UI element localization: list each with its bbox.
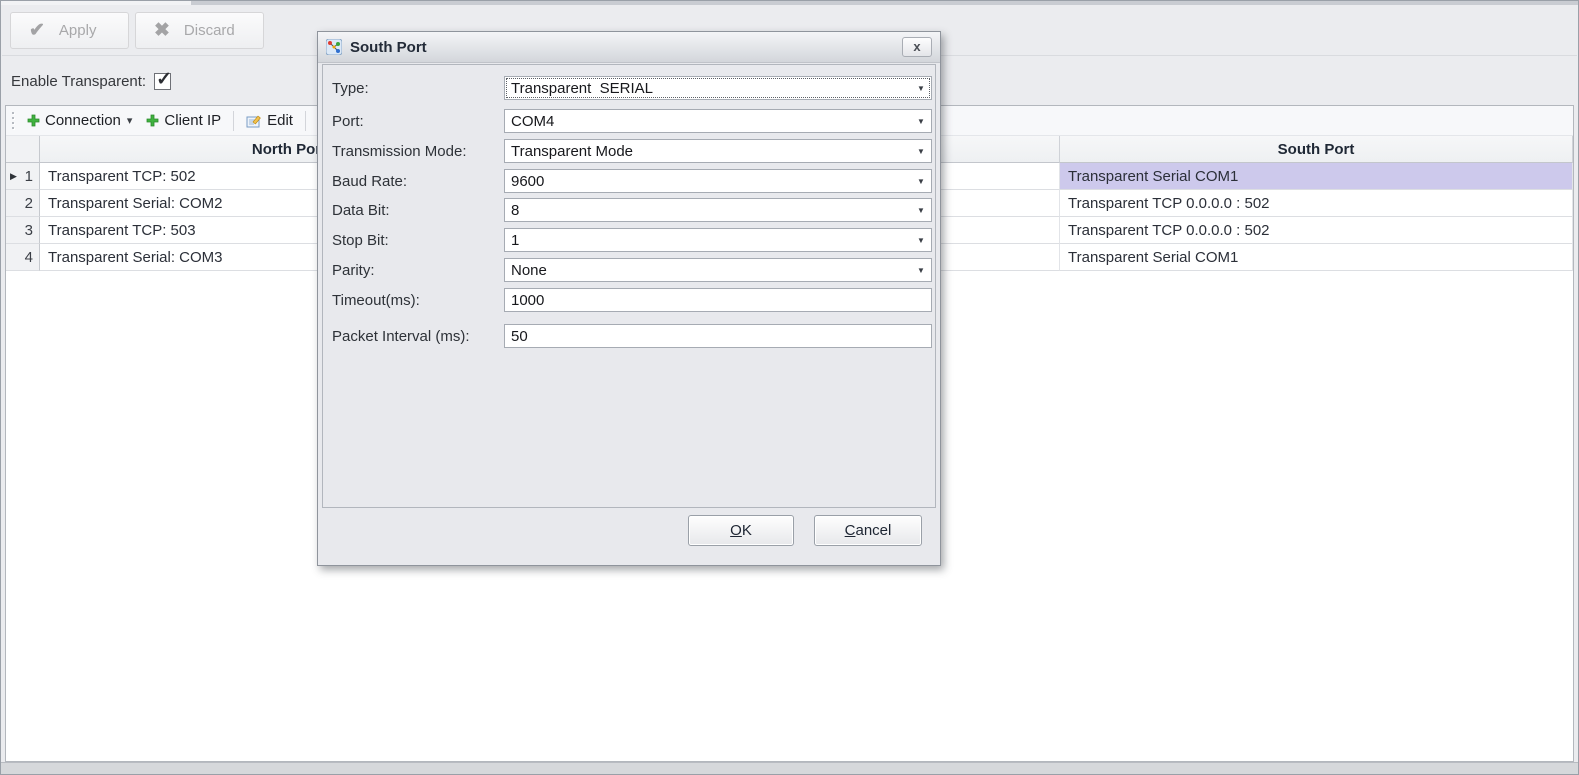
chevron-down-icon[interactable]: ▼ (911, 177, 931, 186)
dialog-titlebar[interactable]: South Port x (318, 32, 940, 63)
data-bit-value: 8 (505, 202, 911, 219)
dialog-title: South Port (350, 39, 427, 56)
type-label: Type: (332, 76, 369, 100)
packet-interval-input[interactable] (504, 324, 932, 348)
row-selector[interactable]: 3 (6, 217, 40, 244)
add-client-ip-label: Client IP (164, 112, 221, 129)
row-number: 4 (25, 249, 33, 266)
south-port-cell[interactable]: Transparent TCP 0.0.0.0 : 502 (1060, 190, 1573, 217)
green-plus-icon (27, 114, 40, 127)
parity-label: Parity: (332, 258, 375, 282)
column-header-south-port[interactable]: South Port (1060, 136, 1573, 163)
row-number: 1 (25, 168, 33, 185)
south-port-cell[interactable]: Transparent Serial COM1 (1060, 163, 1573, 190)
ok-button[interactable]: OK (688, 515, 794, 546)
dialog-app-icon (326, 39, 342, 55)
parity-combobox[interactable]: None ▼ (504, 258, 932, 282)
close-icon: x (913, 40, 920, 53)
edit-form-icon (246, 113, 262, 129)
chevron-down-icon[interactable]: ▼ (911, 206, 931, 215)
discard-button[interactable]: ✖ Discard (135, 12, 264, 49)
row-selector[interactable]: 2 (6, 190, 40, 217)
baud-rate-combobox[interactable]: 9600 ▼ (504, 169, 932, 193)
ok-button-mnemonic: O (730, 522, 742, 539)
edit-button-label: Edit (267, 112, 293, 129)
stop-bit-combobox[interactable]: 1 ▼ (504, 228, 932, 252)
transmission-mode-value: Transparent Mode (505, 143, 911, 160)
chevron-down-icon: ▾ (127, 114, 133, 127)
toolbar-separator (305, 111, 306, 131)
apply-button-label: Apply (59, 22, 97, 39)
toolbar-separator (233, 111, 234, 131)
row-number: 3 (25, 222, 33, 239)
transmission-mode-combobox[interactable]: Transparent Mode ▼ (504, 139, 932, 163)
baud-rate-value: 9600 (505, 173, 911, 190)
add-connection-label: Connection (45, 112, 121, 129)
south-port-dialog: South Port x Type: Transparent SERIAL ▼ … (317, 31, 941, 566)
chevron-down-icon[interactable]: ▼ (911, 117, 931, 126)
apply-button[interactable]: ✔ Apply (10, 12, 129, 49)
window-bottom-edge (1, 762, 1578, 774)
close-button[interactable]: x (902, 37, 932, 57)
toolstrip-grip-handle[interactable] (12, 112, 14, 129)
add-connection-button[interactable]: Connection ▾ (20, 109, 139, 132)
enable-transparent-checkbox[interactable]: ✓ (154, 73, 171, 90)
type-combobox[interactable]: Transparent SERIAL ▼ (504, 76, 932, 100)
transmission-mode-label: Transmission Mode: (332, 139, 467, 163)
row-selector[interactable]: ▶ 1 (6, 163, 40, 190)
stop-bit-value: 1 (505, 232, 911, 249)
current-row-pointer-icon: ▶ (10, 171, 17, 182)
ok-button-label: K (742, 522, 752, 539)
baud-rate-label: Baud Rate: (332, 169, 407, 193)
apply-check-icon: ✔ (29, 19, 45, 42)
app-window: { "toolbar": { "apply_label": "Apply", "… (0, 0, 1579, 775)
cancel-button[interactable]: Cancel (814, 515, 922, 546)
type-value: Transparent SERIAL (505, 80, 911, 97)
cancel-button-label: ancel (855, 522, 891, 539)
chevron-down-icon[interactable]: ▼ (911, 84, 931, 93)
row-indicator-header (6, 136, 40, 163)
edit-button[interactable]: Edit (239, 109, 300, 132)
checkmark-icon: ✓ (156, 68, 172, 91)
port-value: COM4 (505, 113, 911, 130)
discard-x-icon: ✖ (154, 19, 170, 42)
chevron-down-icon[interactable]: ▼ (911, 266, 931, 275)
enable-transparent-label: Enable Transparent: (11, 73, 146, 90)
add-client-ip-button[interactable]: Client IP (139, 109, 228, 132)
packet-interval-label: Packet Interval (ms): (332, 324, 470, 348)
green-plus-icon (146, 114, 159, 127)
timeout-input[interactable] (504, 288, 932, 312)
stop-bit-label: Stop Bit: (332, 228, 389, 252)
chevron-down-icon[interactable]: ▼ (911, 236, 931, 245)
parity-value: None (505, 262, 911, 279)
data-bit-combobox[interactable]: 8 ▼ (504, 198, 932, 222)
data-bit-label: Data Bit: (332, 198, 390, 222)
row-number: 2 (25, 195, 33, 212)
port-combobox[interactable]: COM4 ▼ (504, 109, 932, 133)
discard-button-label: Discard (184, 22, 235, 39)
port-label: Port: (332, 109, 364, 133)
chevron-down-icon[interactable]: ▼ (911, 147, 931, 156)
south-port-cell[interactable]: Transparent Serial COM1 (1060, 244, 1573, 271)
south-port-cell[interactable]: Transparent TCP 0.0.0.0 : 502 (1060, 217, 1573, 244)
timeout-label: Timeout(ms): (332, 288, 420, 312)
cancel-button-mnemonic: C (845, 522, 856, 539)
row-selector[interactable]: 4 (6, 244, 40, 271)
